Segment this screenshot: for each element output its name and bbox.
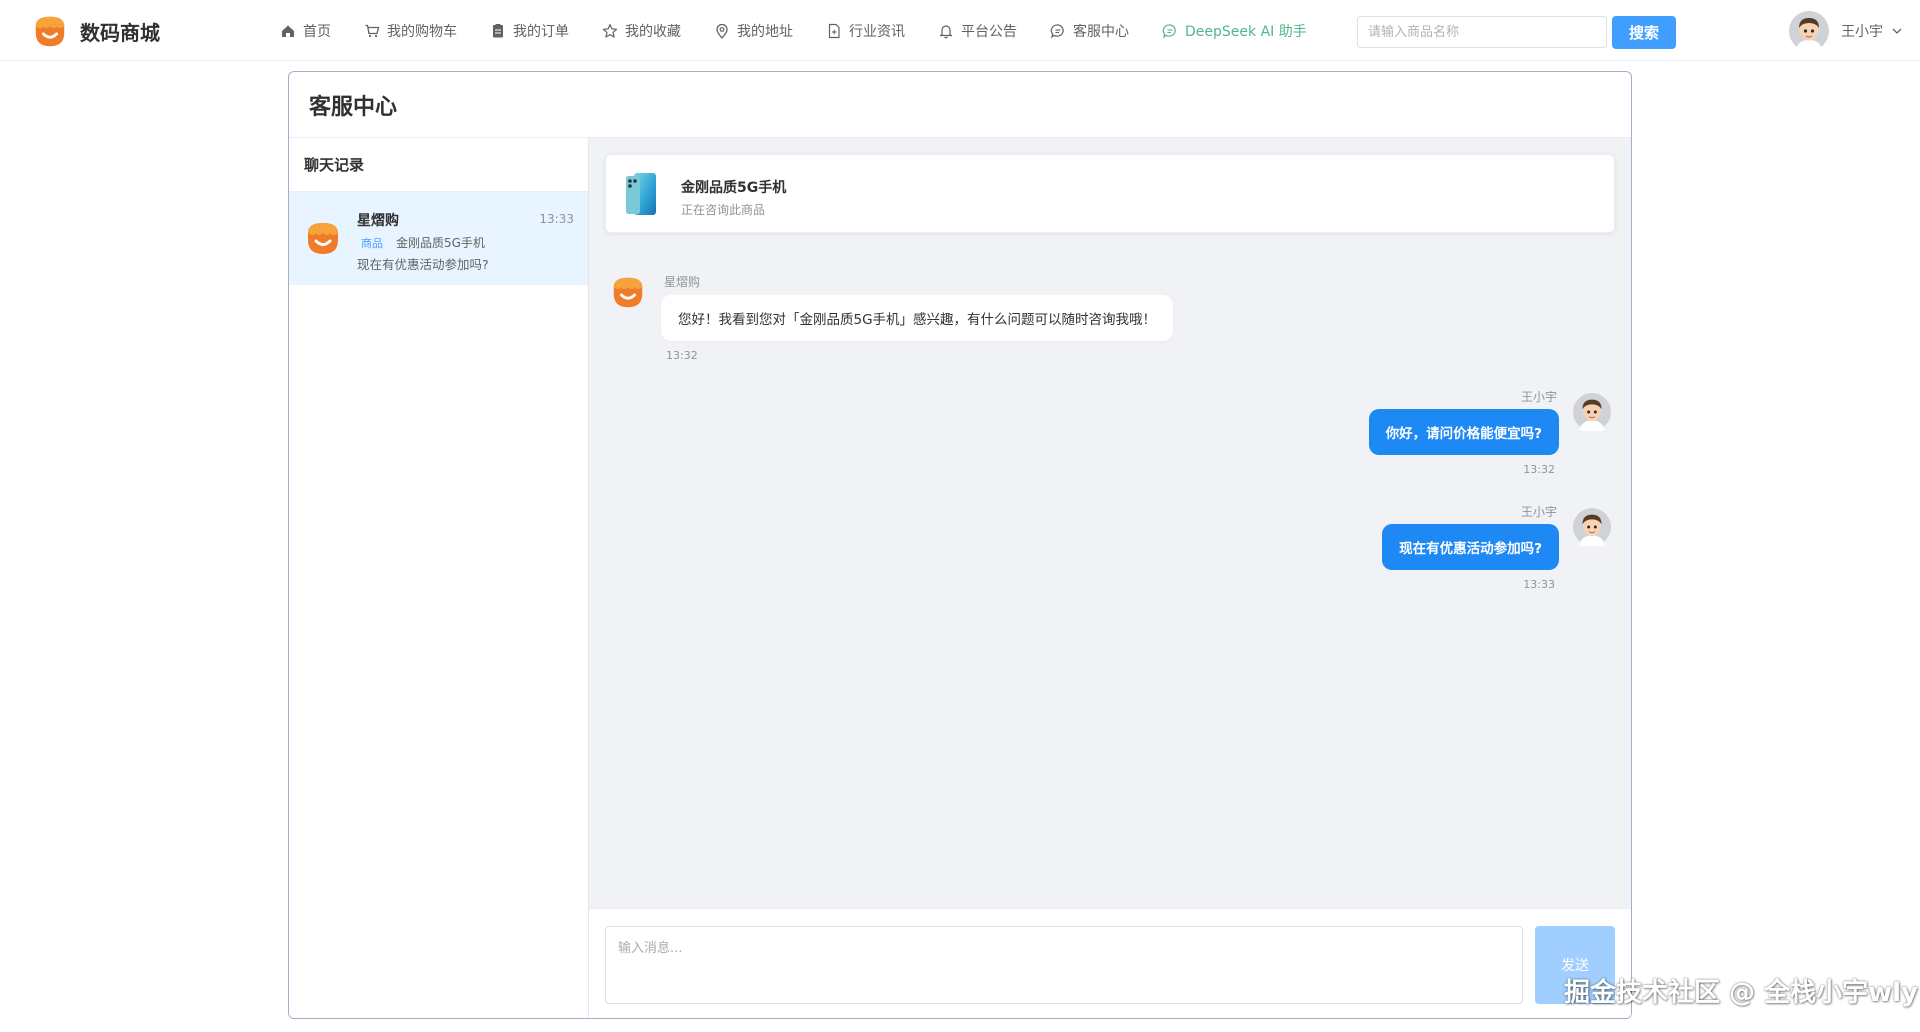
order-icon [493,23,503,37]
nav-item-news[interactable]: 行业资讯 [826,0,905,61]
nav-item-ai-assistant[interactable]: DeepSeek AI 助手 [1162,0,1307,61]
session-time: 13:33 [539,212,574,226]
chat-icon [1162,23,1176,39]
message-time: 13:32 [1523,463,1555,476]
document-icon [828,23,840,38]
phone-product-image [626,173,656,215]
search-input[interactable] [1357,16,1607,48]
chat-icon [1050,23,1064,39]
user-avatar-icon [1789,11,1829,51]
user-menu[interactable]: 王小宇 [1789,11,1903,51]
search-button[interactable]: 搜索 [1612,16,1676,49]
shop-avatar-icon [609,273,647,311]
message-input[interactable] [605,926,1523,1004]
nav-item-announcements[interactable]: 平台公告 [938,0,1017,61]
message-sender: 星熠购 [664,275,701,289]
nav-label: 我的收藏 [625,23,681,40]
nav-item-customer-service[interactable]: 客服中心 [1050,0,1129,61]
nav-label: 我的购物车 [387,23,457,40]
nav-item-cart[interactable]: 我的购物车 [364,0,457,61]
chat-session-item[interactable]: 星熠购 13:33 商品 金刚品质5G手机 现在有优惠活动参加吗? [289,192,588,285]
nav-label: 首页 [303,23,331,40]
nav-label: DeepSeek AI 助手 [1185,23,1307,40]
message-sender: 王小宇 [1520,390,1557,404]
nav-item-home[interactable]: 首页 [280,0,331,61]
message-bubble: 现在有优惠活动参加吗? [1382,524,1559,570]
message-time: 13:33 [1523,578,1555,591]
nav-item-address[interactable]: 我的地址 [714,0,793,61]
session-name: 星熠购 [357,213,399,229]
page-title: 客服中心 [289,72,1631,138]
chat-sidebar: 聊天记录 星熠购 13:33 商品 金刚品质5G手机 现在有优惠活动参加吗? [289,138,589,1018]
nav-label: 平台公告 [961,23,1017,40]
sidebar-title: 聊天记录 [289,138,588,192]
watermark: 掘金技术社区 @ 全栈小宇wly [1564,978,1918,1008]
message-sender: 王小宇 [1520,505,1557,519]
chat-window: 金刚品质5G手机 正在咨询此商品 星熠购 您好！我看到您对「金刚品质5G手机」感… [589,138,1631,1018]
user-avatar-icon [1573,393,1611,431]
chat-layout: 聊天记录 星熠购 13:33 商品 金刚品质5G手机 现在有优惠活动参加吗? 金… [289,138,1631,1018]
customer-service-panel: 客服中心 聊天记录 星熠购 13:33 商品 金刚品质5G手机 现在有优惠活动参… [288,71,1632,1019]
message-sent: 王小宇 你好，请问价格能便宜吗? 13:32 [1011,388,1611,484]
message-bubble: 你好，请问价格能便宜吗? [1368,409,1559,455]
product-card[interactable]: 金刚品质5G手机 正在咨询此商品 [605,154,1615,233]
cart-icon [365,24,380,37]
product-name: 金刚品质5G手机 [681,180,787,196]
brand[interactable]: 数码商城 [30,12,160,50]
home-icon [282,25,294,37]
brand-name: 数码商城 [80,20,160,45]
nav-label: 行业资讯 [849,23,905,40]
session-last-message: 现在有优惠活动参加吗? [357,257,489,272]
main-nav: 首页 我的购物车 我的订单 我的收藏 我的地址 行业资讯 平台公告 客服中心 D… [280,0,1340,61]
nav-label: 我的地址 [737,23,793,40]
location-icon [716,23,728,39]
user-name: 王小宇 [1841,24,1883,40]
nav-label: 客服中心 [1073,23,1129,40]
message-sent: 王小宇 现在有优惠活动参加吗? 13:33 [1011,503,1611,599]
bell-icon [939,24,953,38]
message-time: 13:32 [666,349,698,362]
session-product-name: 金刚品质5G手机 [396,236,485,250]
session-product-tag: 商品 [361,237,383,250]
shop-avatar-icon [303,218,343,258]
product-subtitle: 正在咨询此商品 [681,203,766,217]
star-icon [602,23,618,38]
nav-item-favorites[interactable]: 我的收藏 [602,0,681,61]
nav-label: 我的订单 [513,23,569,40]
message-bubble: 您好！我看到您对「金刚品质5G手机」感兴趣，有什么问题可以随时咨询我哦！ [661,295,1174,341]
shop-logo-icon [30,12,70,50]
message-composer: 发送 [589,908,1631,1018]
top-navbar: 数码商城 首页 我的购物车 我的订单 我的收藏 我的地址 行业资讯 平台公告 客… [0,0,1920,61]
nav-item-orders[interactable]: 我的订单 [490,0,569,61]
chevron-down-icon [1892,28,1902,34]
user-avatar-icon [1573,508,1611,546]
